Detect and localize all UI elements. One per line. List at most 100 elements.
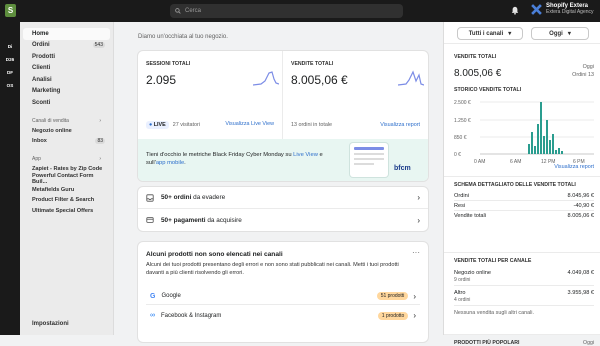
- store-rail: Di D26 DF OS: [0, 22, 20, 335]
- facebook-channel-row[interactable]: ∞ Facebook & Instagram 1 prodotto ›: [146, 307, 420, 324]
- sales-sparkline: [398, 70, 424, 86]
- y-tick-label: 2.500 €: [454, 100, 471, 106]
- task-payments-to-capture[interactable]: 50+ pagamenti da acquisire ›: [138, 209, 428, 231]
- y-tick-label: 850 €: [454, 135, 467, 141]
- sidebar-item-customers[interactable]: Clienti: [23, 63, 110, 75]
- rail-item-os[interactable]: OS: [0, 79, 20, 92]
- chevron-right-icon: ›: [99, 155, 101, 162]
- sales-channels-heading[interactable]: Canali di vendita ›: [23, 116, 110, 126]
- x-tick-label: 0 AM: [474, 159, 485, 165]
- sidebar-app-metafields[interactable]: Metafields Guru: [23, 185, 110, 196]
- sidebar-item-discounts[interactable]: Sconti: [23, 97, 110, 109]
- sidebar-item-analytics[interactable]: Analisi: [23, 74, 110, 86]
- facebook-products-badge: 1 prodotto: [377, 311, 409, 320]
- popular-products-range: Oggi: [583, 340, 594, 346]
- mobile-app-link[interactable]: app mobile: [156, 160, 184, 166]
- chevron-right-icon: ›: [417, 193, 420, 202]
- sidebar-app-special-offers[interactable]: Ultimate Special Offers: [23, 206, 110, 217]
- more-actions-icon[interactable]: ···: [412, 248, 420, 257]
- sidebar-item-orders[interactable]: Ordini 543: [23, 40, 110, 52]
- task-orders-to-fulfil[interactable]: 50+ ordini da evadere ›: [138, 187, 428, 209]
- inbox-icon: [146, 193, 154, 202]
- chevron-right-icon: ›: [413, 291, 416, 301]
- stats-card: SESSIONI TOTALI 2.095 ● LIVE 27 visitato…: [138, 51, 428, 181]
- sales-report-link[interactable]: Visualizza report: [380, 122, 420, 128]
- search-placeholder: Cerca: [185, 8, 202, 14]
- channel-sales-row: Altro 3.955,98 € 4 ordini: [454, 289, 594, 306]
- total-sales-value: 8.005,06 €: [454, 68, 502, 79]
- search-icon: [175, 8, 181, 14]
- top-bar: S Cerca Shopify Extera Extera Digital Ag…: [0, 0, 600, 22]
- payment-icon: [146, 217, 154, 223]
- live-view-link[interactable]: Visualizza Live View: [225, 121, 274, 127]
- sidebar-item-products[interactable]: Prodotti: [23, 51, 110, 63]
- sessions-title: SESSIONI TOTALI: [146, 61, 191, 67]
- bfcm-brand: bfcm: [394, 165, 411, 172]
- channel-sales-row: Negozio online 4.049,08 € 9 ordini: [454, 269, 594, 286]
- search-input[interactable]: Cerca: [170, 4, 403, 18]
- sidebar-item-inbox[interactable]: Inbox 83: [23, 136, 110, 147]
- rail-item-df[interactable]: DF: [0, 66, 20, 79]
- breakdown-row: Resi -40,90 €: [454, 201, 594, 211]
- history-bar: [549, 140, 551, 154]
- history-bar: [558, 148, 560, 154]
- history-bar: [552, 134, 554, 154]
- apps-heading[interactable]: App ›: [23, 154, 110, 164]
- date-range-dropdown[interactable]: Oggi ▾: [531, 27, 589, 40]
- channel-errors-title: Alcuni prodotti non sono elencati nei ca…: [146, 251, 283, 258]
- x-tick-label: 6 AM: [510, 159, 521, 165]
- google-products-badge: 51 prodotti: [376, 292, 409, 300]
- rail-item-d26[interactable]: D26: [0, 53, 20, 66]
- y-tick-label: 1.250 €: [454, 118, 471, 124]
- history-bar: [540, 102, 542, 154]
- tasks-card: 50+ ordini da evadere › 50+ pagamenti da…: [138, 187, 428, 231]
- orders-count-badge: 543: [92, 42, 105, 49]
- total-sales-title: VENDITE TOTALI: [454, 54, 497, 60]
- store-switcher[interactable]: Shopify Extera Extera Digital Agency: [531, 3, 594, 15]
- sales-history-chart: 2.500 € 1.250 € 850 € 0 € 0 AM 6 AM 12 P…: [454, 100, 594, 165]
- sidebar-item-home[interactable]: Home: [23, 28, 110, 40]
- live-view-banner-link[interactable]: Live View: [293, 152, 318, 158]
- history-bar: [561, 151, 563, 154]
- sidebar-item-settings[interactable]: Impostazioni: [23, 318, 69, 329]
- sales-breakdown-section: SCHEMA DETTAGLIATO DELLE VENDITE TOTALI …: [454, 182, 594, 221]
- channels-dropdown[interactable]: Tutti i canali ▾: [457, 27, 523, 40]
- breakdown-row: Vendite totali 8.005,06 €: [454, 213, 594, 219]
- sales-by-channel-title: VENDITE TOTALI PER CANALE: [454, 258, 532, 264]
- sidebar-app-contact-form[interactable]: Powerful Contact Form Buil...: [23, 173, 110, 185]
- live-badge: ● LIVE: [146, 121, 169, 129]
- history-bar: [555, 150, 557, 154]
- google-channel-row[interactable]: G Google 51 prodotti ›: [146, 288, 420, 305]
- bell-icon[interactable]: [511, 6, 519, 15]
- bfcm-illustration: [350, 143, 388, 177]
- history-report-link[interactable]: Visualizza report: [554, 164, 594, 170]
- total-orders-count: Ordini 13: [572, 72, 594, 78]
- sessions-panel: SESSIONI TOTALI 2.095 ● LIVE 27 visitato…: [138, 51, 283, 139]
- sidebar-app-product-filter[interactable]: Product Filter & Search: [23, 195, 110, 206]
- y-tick-label: 0 €: [454, 152, 461, 158]
- breakdown-row: Ordini 8.045,96 €: [454, 191, 594, 201]
- chevron-down-icon: ▾: [567, 31, 571, 37]
- greeting-text: Diamo un'occhiata al tuo negozio.: [138, 34, 228, 40]
- chevron-down-icon: ▾: [508, 31, 512, 37]
- total-sales-period: Oggi: [582, 64, 594, 70]
- sales-breakdown-title: SCHEMA DETTAGLIATO DELLE VENDITE TOTALI: [454, 182, 576, 188]
- sales-title: VENDITE TOTALI: [291, 61, 334, 67]
- chevron-right-icon: ›: [417, 215, 420, 225]
- inbox-count-badge: 83: [95, 138, 105, 145]
- analytics-panel: Tutti i canali ▾ Oggi ▾ VENDITE TOTALI 8.0…: [443, 22, 600, 346]
- sidebar-item-online-store[interactable]: Negozio online: [23, 126, 110, 137]
- shopify-logo-icon[interactable]: S: [5, 4, 16, 17]
- history-bar: [531, 132, 533, 154]
- history-bar: [537, 124, 539, 154]
- no-other-sales-note: Nessuna vendita sugli altri canali.: [454, 310, 535, 316]
- sidebar: Home Ordini 543 Prodotti Clienti Analisi …: [20, 22, 114, 335]
- sales-panel: VENDITE TOTALI 8.005,06 € 13 ordini in t…: [283, 51, 428, 139]
- sidebar-item-marketing[interactable]: Marketing: [23, 86, 110, 98]
- chevron-right-icon: ›: [413, 311, 416, 320]
- sessions-value: 2.095: [146, 73, 177, 87]
- sales-orders-count: 13 ordini in totale: [291, 122, 333, 128]
- rail-item-di[interactable]: Di: [0, 40, 20, 53]
- total-sales-section: VENDITE TOTALI 8.005,06 € Oggi Ordini 13: [454, 54, 594, 79]
- store-logo-icon: [531, 3, 542, 15]
